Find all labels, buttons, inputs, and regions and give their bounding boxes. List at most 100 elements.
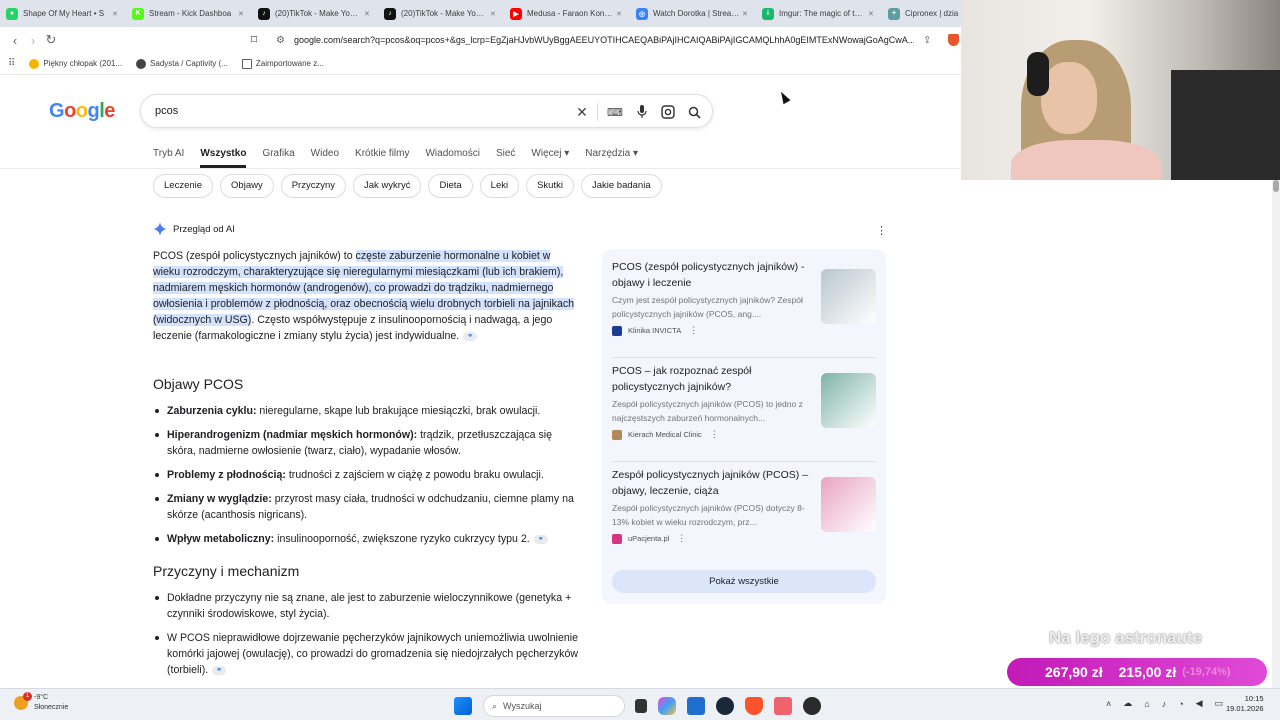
browser-tab[interactable]: ♪ (20)TikTok - Make Your Da ✕ (378, 0, 504, 27)
address-toolbar: ‹ › ↻ ⌑ ⚙ google.com/search?q=pcos&oq=pc… (0, 27, 961, 53)
cloud-icon[interactable]: ☁ (1123, 698, 1132, 709)
search-box[interactable]: pcos ✕ ⌨ (140, 94, 713, 128)
link-icon[interactable]: ⚭ (533, 534, 548, 544)
browser-tab[interactable]: ♪ (20)TikTok - Make Your Da ✕ (252, 0, 378, 27)
source-title[interactable]: Zespół policystycznych jajników (PCOS) –… (612, 467, 817, 499)
source-title[interactable]: PCOS – jak rozpoznać zespół policystyczn… (612, 363, 817, 395)
microphone-icon[interactable] (634, 104, 650, 120)
refinement-chip[interactable]: Jakie badania (580, 174, 662, 198)
tab-3[interactable]: Wideo (311, 148, 339, 168)
item-bold: Zmiany w wyglądzie: (167, 493, 272, 505)
source-card[interactable]: PCOS (zespół policystycznych jajników) -… (612, 259, 876, 336)
brave-icon[interactable] (745, 697, 763, 715)
apps-icon[interactable]: ⠿ (8, 58, 15, 69)
chevron-up-icon[interactable]: ˄ (1106, 699, 1111, 709)
tab-2[interactable]: Grafika (262, 148, 294, 168)
refinement-chip[interactable]: Jak wykryć (353, 174, 422, 198)
source-site[interactable]: uPacjenta.pl (628, 534, 669, 543)
more-options-icon[interactable]: ⋮ (876, 224, 887, 237)
store-icon[interactable] (687, 697, 705, 715)
browser-tab[interactable]: i Imgur: The magic of the In ✕ (756, 0, 882, 27)
refinement-chip[interactable]: Objawy (220, 174, 274, 198)
microphone-icon[interactable]: ♪ (1162, 699, 1167, 709)
site-favicon-icon (612, 533, 622, 544)
start-icon[interactable] (454, 697, 472, 715)
close-icon[interactable]: ✕ (490, 10, 498, 18)
google-logo[interactable]: Google (49, 100, 115, 123)
tab-5[interactable]: Wiadomości (425, 148, 479, 168)
bookmark-item[interactable]: Sadysta / Captivity (... (136, 58, 228, 69)
browser-tab[interactable]: ◎ Watch Dorotka | Streamab ✕ (630, 0, 756, 27)
back-icon[interactable]: ‹ (6, 33, 24, 48)
close-icon[interactable]: ✕ (112, 10, 120, 18)
refinement-chip[interactable]: Leki (479, 174, 520, 198)
link-icon[interactable]: ⚭ (212, 665, 227, 675)
site-info-icon[interactable]: ⚙ (276, 35, 285, 46)
browser-tab[interactable]: ● Shape Of My Heart • S ✕ (0, 0, 126, 27)
tab-7[interactable]: Więcej ▾ (531, 148, 569, 168)
url-text[interactable]: google.com/search?q=pcos&oq=pcos+&gs_lcr… (294, 35, 914, 45)
bookmarks-bar: ⠿ Piękny chłopak (201... Sadysta / Captiv… (0, 53, 961, 75)
battery-icon[interactable]: ▭ (1215, 698, 1224, 709)
show-all-button[interactable]: Pokaż wszystkie (612, 570, 876, 593)
bookmark-icon[interactable]: ⌑ (245, 32, 263, 48)
address-bar[interactable]: ⚙ google.com/search?q=pcos&oq=pcos+&gs_l… (268, 28, 961, 52)
refinement-chip[interactable]: Skutki (526, 174, 574, 198)
link-icon[interactable]: ⚭ (463, 331, 478, 341)
tab-6[interactable]: Sieć (496, 148, 515, 168)
browser-tab[interactable]: +Cipronex | dzia✕ (882, 0, 961, 27)
bookmark-item[interactable]: Piękny chłopak (201... (29, 58, 122, 69)
close-icon[interactable]: ✕ (868, 10, 876, 18)
more-options-icon[interactable]: ⋮ (710, 429, 719, 440)
clock[interactable]: 10:15 19.01.2026 (1226, 694, 1264, 714)
source-thumbnail[interactable] (821, 269, 876, 324)
page-scrollbar[interactable] (1272, 180, 1280, 688)
app-icon[interactable] (774, 697, 792, 715)
task-view-icon[interactable] (635, 699, 647, 713)
source-site[interactable]: Kierach Medical Clinic (628, 430, 702, 439)
network-icon[interactable]: ⌂ (1144, 699, 1149, 709)
tab-0[interactable]: Tryb AI (153, 148, 184, 168)
clear-icon[interactable]: ✕ (574, 104, 590, 120)
close-icon[interactable]: ✕ (364, 10, 372, 18)
taskbar-search-label: Wyszukaj (503, 701, 542, 711)
brave-shield-icon[interactable] (948, 34, 959, 46)
keyboard-icon[interactable]: ⌨ (607, 104, 623, 120)
volume-icon[interactable]: ◀ (1196, 698, 1203, 709)
browser-tab[interactable]: ▶ Medusa - Faraon Koncert ✕ (504, 0, 630, 27)
more-options-icon[interactable]: ⋮ (677, 533, 686, 544)
tab-title: Stream - Kick Dashboa (149, 9, 232, 18)
close-icon[interactable]: ✕ (742, 10, 750, 18)
source-thumbnail[interactable] (821, 477, 876, 532)
tab-4[interactable]: Krótkie filmy (355, 148, 409, 168)
steam-icon[interactable] (716, 697, 734, 715)
close-icon[interactable]: ✕ (616, 10, 624, 18)
refinement-chip[interactable]: Dieta (428, 174, 473, 198)
tab-8[interactable]: Narzędzia ▾ (585, 148, 638, 168)
tab-1[interactable]: Wszystko (200, 148, 247, 168)
copilot-icon[interactable] (658, 697, 676, 715)
share-icon[interactable]: ⇪ (923, 35, 931, 46)
scrollbar-thumb[interactable] (1273, 180, 1279, 192)
lens-icon[interactable] (660, 104, 676, 120)
site-favicon-icon (612, 429, 622, 440)
search-input[interactable]: pcos (155, 105, 178, 117)
taskbar-search[interactable]: ⌕ Wyszukaj (483, 695, 625, 717)
reload-icon[interactable]: ↻ (42, 32, 60, 48)
source-card[interactable]: PCOS – jak rozpoznać zespół policystyczn… (612, 363, 876, 440)
refinement-chip[interactable]: Leczenie (153, 174, 214, 198)
bookmark-item[interactable]: Zaimportowane z... (241, 58, 324, 69)
search-icon[interactable] (686, 104, 702, 120)
weather-widget[interactable]: 1 -9°C Słonecznie (14, 692, 68, 713)
wifi-icon[interactable]: ◔ (1178, 699, 1183, 709)
source-card[interactable]: Zespół policystycznych jajników (PCOS) –… (612, 467, 876, 544)
forward-icon[interactable]: › (24, 33, 42, 48)
source-site[interactable]: Klinika INVICTA (628, 326, 681, 335)
close-icon[interactable]: ✕ (238, 10, 246, 18)
source-thumbnail[interactable] (821, 373, 876, 428)
refinement-chip[interactable]: Przyczyny (280, 174, 347, 198)
obs-icon[interactable] (803, 697, 821, 715)
browser-tab[interactable]: K Stream - Kick Dashboa ✕ (126, 0, 252, 27)
more-options-icon[interactable]: ⋮ (689, 325, 698, 336)
source-title[interactable]: PCOS (zespół policystycznych jajników) -… (612, 259, 817, 291)
